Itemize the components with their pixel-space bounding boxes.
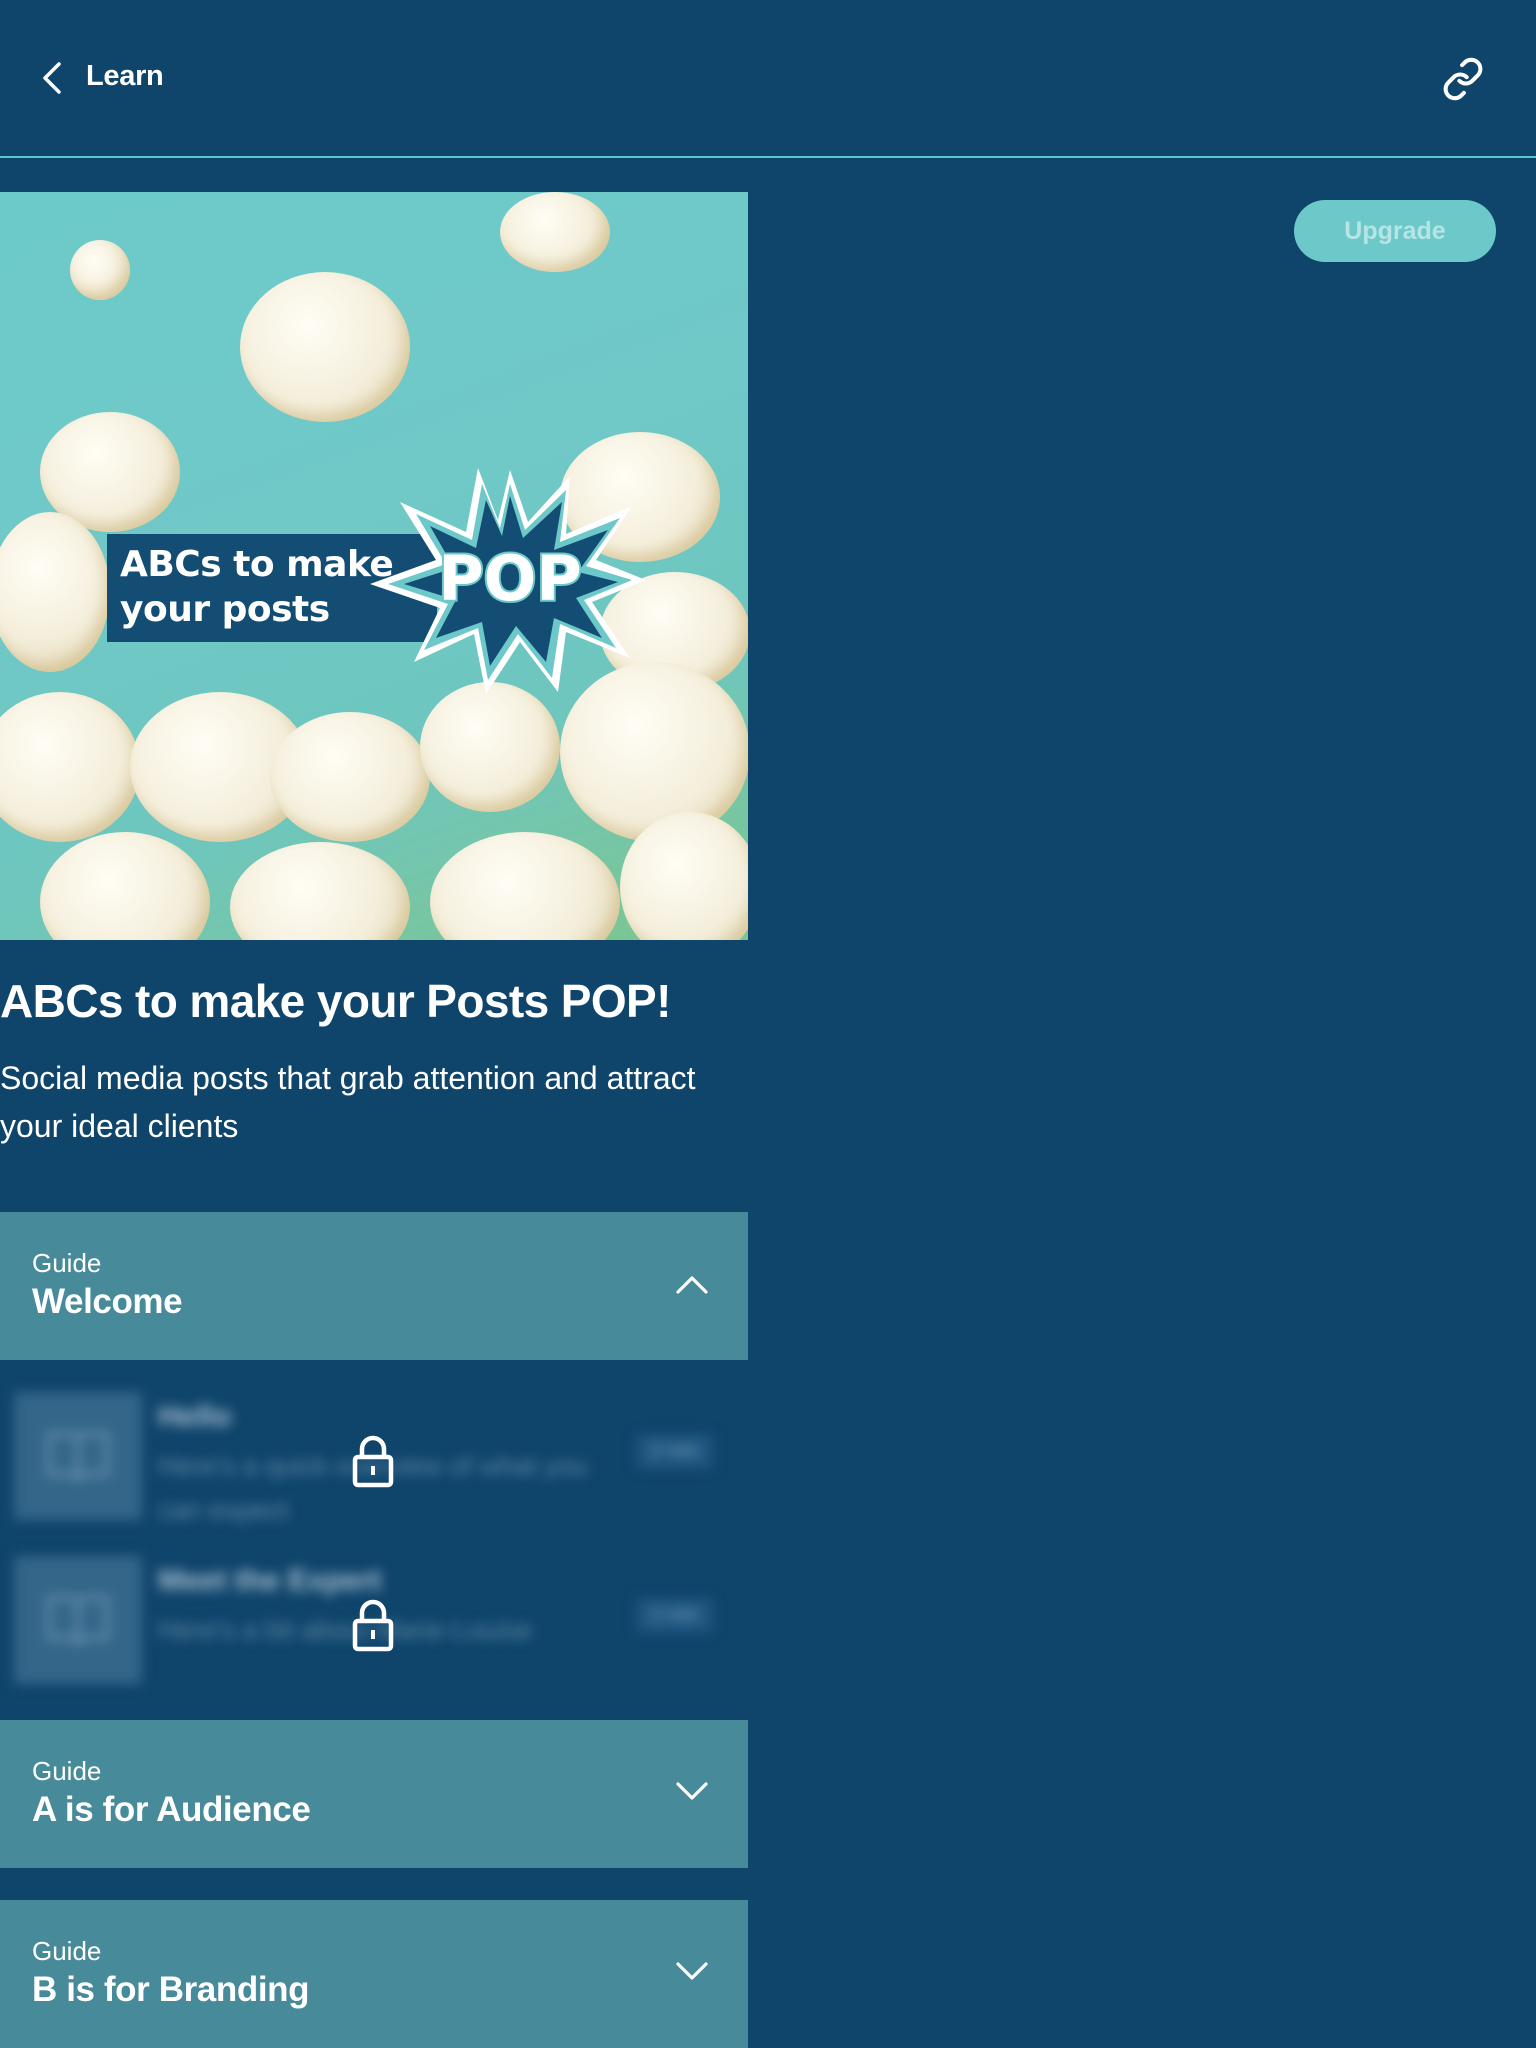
popcorn-decoration	[270, 712, 430, 842]
popcorn-decoration	[230, 842, 410, 940]
hero-banner-line: ABCs to make	[120, 544, 394, 585]
book-icon	[47, 1432, 109, 1482]
section-kicker: Guide	[32, 1756, 102, 1786]
section-title: B is for Branding	[32, 1970, 310, 2009]
popcorn-decoration	[70, 240, 130, 300]
section-b-is-for-branding[interactable]: Guide B is for Branding	[0, 1900, 748, 2048]
section-kicker: Guide	[32, 1248, 102, 1278]
chevron-left-icon	[43, 62, 61, 94]
lesson-thumbnail	[14, 1392, 142, 1520]
chevron-up-icon	[676, 1276, 708, 1294]
lesson-name: Meet the Expert	[158, 1564, 382, 1597]
lesson-item[interactable]: Meet the Expert Here's a bit about Marie…	[0, 1536, 748, 1686]
popcorn-decoration	[500, 192, 610, 272]
top-bar: Learn	[0, 0, 1536, 158]
book-icon	[47, 1596, 109, 1646]
back-button[interactable]	[36, 58, 68, 98]
popcorn-decoration	[0, 512, 110, 672]
pop-burst-graphic: POP	[370, 468, 646, 694]
hero-banner-line: your posts	[120, 589, 330, 630]
section-a-is-for-audience[interactable]: Guide A is for Audience	[0, 1720, 748, 1868]
lesson-thumbnail	[14, 1556, 142, 1684]
lesson-name: Hello	[158, 1400, 232, 1433]
expand-toggle[interactable]	[672, 1772, 712, 1812]
pop-burst-text: POP	[438, 542, 582, 615]
hero-banner-text: ABCs to make your posts	[120, 542, 394, 632]
back-label[interactable]: Learn	[86, 60, 164, 93]
lock-icon	[352, 1435, 394, 1488]
course-title: ABCs to make your Posts POP!	[0, 975, 671, 1027]
copy-link-button[interactable]	[1440, 56, 1486, 102]
popcorn-decoration	[240, 272, 410, 422]
link-icon	[1443, 57, 1483, 101]
section-kicker: Guide	[32, 1936, 102, 1966]
course-cover-image: ABCs to make your posts POP	[0, 192, 748, 940]
section-welcome[interactable]: Guide Welcome	[0, 1212, 748, 1360]
lesson-duration: 2 min	[636, 1434, 713, 1469]
chevron-down-icon	[676, 1782, 708, 1800]
course-subtitle: Social media posts that grab attention a…	[0, 1060, 696, 1144]
lesson-item[interactable]: Hello Here's a quick overview of what yo…	[0, 1372, 748, 1525]
popcorn-decoration	[0, 692, 140, 842]
section-title: A is for Audience	[32, 1790, 311, 1829]
collapse-toggle[interactable]	[672, 1264, 712, 1304]
popcorn-decoration	[40, 832, 210, 940]
popcorn-decoration	[430, 832, 620, 940]
chevron-down-icon	[676, 1962, 708, 1980]
lesson-duration: 2 min	[636, 1598, 713, 1633]
lock-icon	[352, 1599, 394, 1652]
expand-toggle[interactable]	[672, 1952, 712, 1992]
upgrade-button[interactable]: Upgrade	[1294, 200, 1496, 262]
section-title: Welcome	[32, 1282, 183, 1321]
